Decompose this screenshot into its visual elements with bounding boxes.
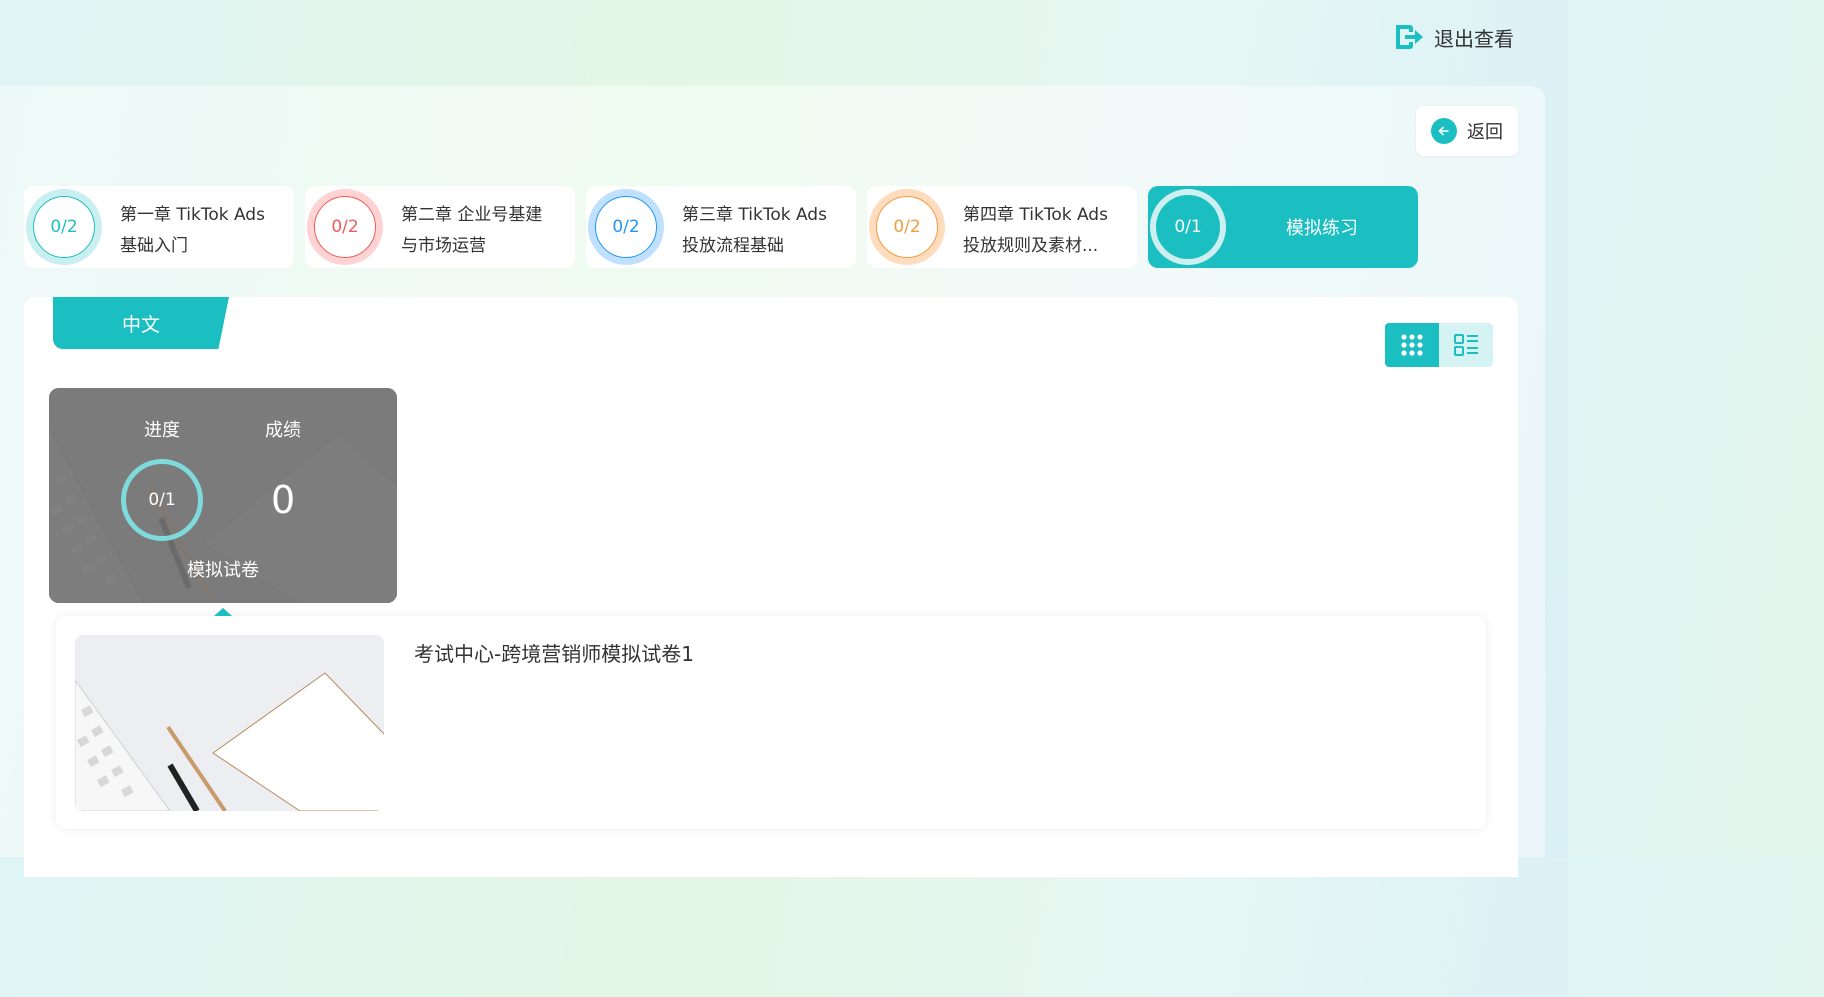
chapter-title-line2: 基础入门 — [120, 236, 188, 256]
chapter-title-line1: 第二章 企业号基建 — [401, 205, 543, 225]
grid-view-button[interactable] — [1385, 323, 1439, 367]
chapter-card-4[interactable]: 0/2 第四章 TikTok Ads 投放规则及素材... — [867, 186, 1137, 268]
chapter-progress-ring: 0/2 — [307, 189, 383, 265]
chapter-progress: 0/2 — [595, 196, 657, 258]
top-bar: 退出查看 — [0, 0, 1568, 86]
back-button[interactable]: 返回 — [1416, 106, 1518, 156]
exam-progress-ring: 0/1 — [121, 459, 203, 541]
chapter-title: 第三章 TikTok Ads 投放流程基础 — [682, 200, 852, 262]
chapter-list: 0/2 第一章 TikTok Ads 基础入门 0/2 第二章 企业号基建 与市… — [24, 186, 1424, 268]
chapter-title-line1: 第四章 TikTok Ads — [963, 205, 1108, 225]
chapter-progress: 0/2 — [876, 196, 938, 258]
exam-card-title: 模拟试卷 — [187, 560, 259, 581]
chapter-title-line2: 投放流程基础 — [682, 236, 784, 256]
list-icon — [1454, 334, 1478, 356]
desk-thumbnail-image — [75, 635, 384, 811]
chapter-progress: 0/1 — [1156, 195, 1220, 259]
chapter-title-line1: 第三章 TikTok Ads — [682, 205, 827, 225]
chapter-title: 第一章 TikTok Ads 基础入门 — [120, 200, 290, 262]
chapter-title: 第二章 企业号基建 与市场运营 — [401, 200, 571, 262]
exam-thumbnail[interactable] — [75, 635, 384, 811]
chapter-progress-ring: 0/2 — [869, 189, 945, 265]
view-toggle — [1385, 323, 1493, 367]
chapter-progress: 0/2 — [314, 196, 376, 258]
exam-detail-panel: 考试中心-跨境营销师模拟试卷1 — [56, 608, 1486, 829]
exam-score: 0 — [271, 478, 296, 522]
chapter-title-line1: 第一章 TikTok Ads — [120, 205, 265, 225]
exit-icon — [1396, 25, 1423, 49]
chapter-title-line2: 投放规则及素材... — [963, 236, 1099, 256]
arrow-left-icon — [1431, 118, 1457, 144]
exit-view-label: 退出查看 — [1434, 26, 1514, 51]
list-view-button[interactable] — [1439, 323, 1493, 367]
tab-chinese[interactable]: 中文 — [53, 297, 229, 349]
pointer-caret — [214, 608, 232, 616]
chapter-card-mock-practice[interactable]: 0/1 模拟练习 — [1148, 186, 1418, 268]
main-content: 返回 0/2 第一章 TikTok Ads 基础入门 0/2 第二章 企业号基建… — [0, 86, 1545, 877]
chapter-progress-ring: 0/2 — [26, 189, 102, 265]
chapter-card-2[interactable]: 0/2 第二章 企业号基建 与市场运营 — [305, 186, 575, 268]
chapter-title-line2: 与市场运营 — [401, 236, 486, 256]
chapter-progress-ring: 0/1 — [1150, 189, 1226, 265]
chapter-progress: 0/2 — [33, 196, 95, 258]
grid-icon — [1401, 334, 1423, 356]
chapter-title: 模拟练习 — [1286, 218, 1358, 239]
mock-exam-card[interactable]: 进度 成绩 0/1 0 模拟试卷 — [49, 388, 397, 603]
chapter-progress-ring: 0/2 — [588, 189, 664, 265]
exam-name[interactable]: 考试中心-跨境营销师模拟试卷1 — [414, 638, 694, 667]
exit-view-button[interactable]: 退出查看 — [1392, 20, 1514, 54]
chapter-title: 第四章 TikTok Ads 投放规则及素材... — [963, 200, 1133, 262]
progress-label: 进度 — [144, 420, 180, 441]
back-label: 返回 — [1467, 122, 1503, 143]
score-label: 成绩 — [265, 420, 301, 441]
chapter-card-3[interactable]: 0/2 第三章 TikTok Ads 投放流程基础 — [586, 186, 856, 268]
exam-panel: 中文 进度 成绩 0/1 0 模拟试卷 考试中心-跨境营销师模拟试卷1 — [24, 297, 1518, 877]
chapter-card-1[interactable]: 0/2 第一章 TikTok Ads 基础入门 — [24, 186, 294, 268]
